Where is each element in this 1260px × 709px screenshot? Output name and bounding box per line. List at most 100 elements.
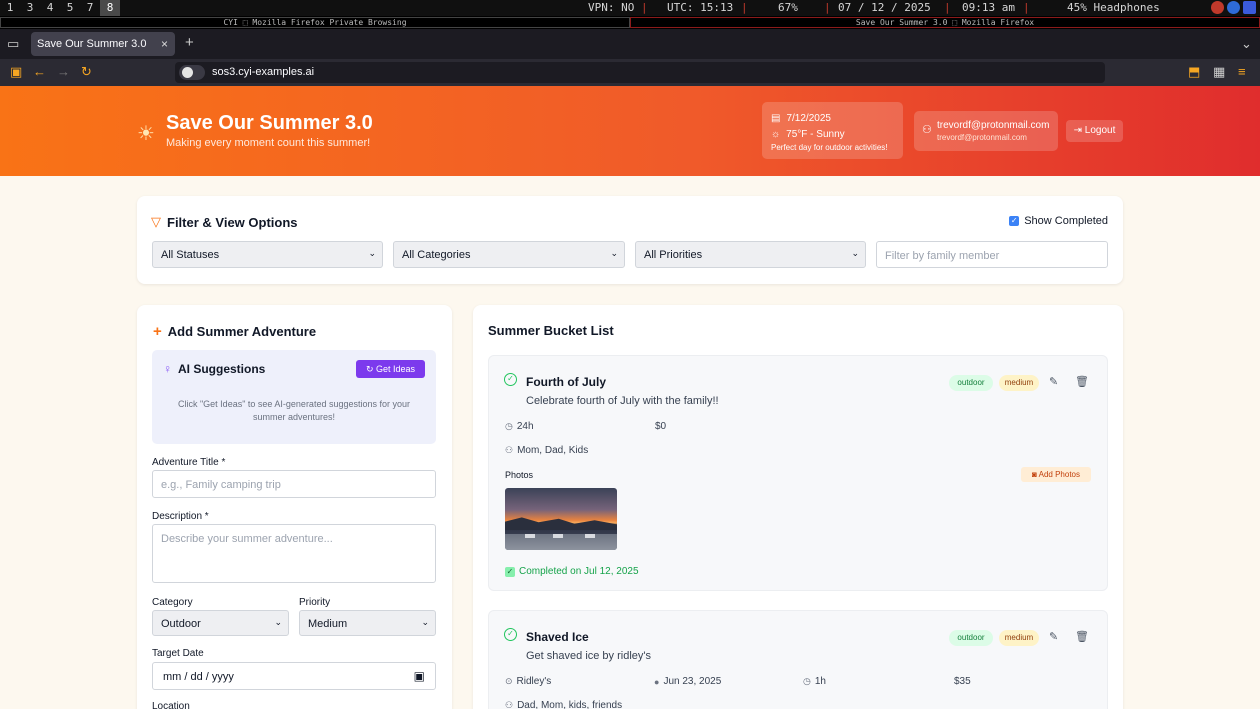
item-title: Fourth of July bbox=[526, 375, 606, 389]
new-tab-icon[interactable]: + bbox=[185, 34, 194, 51]
chevron-down-icon: ⌄ bbox=[610, 248, 618, 258]
bucket-list-title: Summer Bucket List bbox=[488, 323, 614, 338]
url-text[interactable]: sos3.cyi-examples.ai bbox=[212, 66, 314, 78]
user-email-secondary: trevordf@protonmail.com bbox=[937, 133, 1027, 142]
app-subtitle: Making every moment count this summer! bbox=[166, 137, 371, 149]
sun-small-icon: ☼ bbox=[771, 128, 781, 140]
browser-nav-bar: ▣ ← → ↻ sos3.cyi-examples.ai ⬒ ▦ ≡ bbox=[0, 59, 1260, 86]
close-tab-icon[interactable]: × bbox=[161, 32, 168, 56]
workspace-4[interactable]: 4 bbox=[40, 0, 60, 16]
trash-icon[interactable]: 🗑 bbox=[1075, 375, 1089, 388]
separator: | bbox=[824, 1, 831, 14]
description-textarea[interactable]: Describe your summer adventure... bbox=[152, 524, 436, 583]
get-ideas-button[interactable]: ↻ Get Ideas bbox=[356, 360, 425, 378]
reload-icon[interactable]: ↻ bbox=[81, 64, 92, 80]
adventure-title-label: Adventure Title * bbox=[152, 457, 226, 468]
time-display: 09:13 am bbox=[962, 1, 1015, 14]
item-members: ⚇ Mom, Dad, Kids bbox=[505, 445, 589, 456]
category-badge: outdoor bbox=[949, 630, 993, 646]
item-cost: $0 bbox=[655, 421, 667, 432]
apps-grid-icon[interactable]: ▦ bbox=[1213, 64, 1225, 80]
target-date-input[interactable]: mm / dd / yyyy ▣ bbox=[152, 662, 436, 690]
check-box-icon: ✓ bbox=[505, 566, 515, 577]
category-select[interactable]: Outdoor ⌄ bbox=[152, 610, 289, 636]
sidebar-toggle-icon[interactable]: ▣ bbox=[10, 64, 22, 80]
funnel-icon: ▽ bbox=[151, 214, 161, 229]
workspace-1[interactable]: 1 bbox=[0, 0, 20, 16]
tray-network-icon[interactable] bbox=[1227, 1, 1240, 14]
camera-icon: ◙ bbox=[1032, 470, 1037, 479]
workspace-5[interactable]: 5 bbox=[60, 0, 80, 16]
tray-chat-icon[interactable] bbox=[1243, 1, 1256, 14]
map-pin-icon: ⊙ bbox=[505, 676, 513, 686]
target-date-label: Target Date bbox=[152, 648, 204, 659]
menu-icon[interactable]: ≡ bbox=[1238, 64, 1246, 79]
category-filter-select[interactable]: All Categories ⌄ bbox=[393, 241, 625, 268]
priority-select[interactable]: Medium ⌄ bbox=[299, 610, 436, 636]
item-date: ● Jun 23, 2025 bbox=[654, 676, 722, 687]
workspace-3[interactable]: 3 bbox=[20, 0, 40, 16]
add-adventure-panel: + Add Summer Adventure ♀ AI Suggestions … bbox=[137, 305, 452, 709]
chevron-down-icon[interactable]: ⌄ bbox=[1241, 36, 1252, 52]
priority-label: Priority bbox=[299, 597, 331, 608]
item-duration: ◷ 1h bbox=[803, 676, 826, 687]
app-title: Save Our Summer 3.0 bbox=[166, 112, 373, 134]
weather-widget: ▤ 7/12/2025 ☼ 75°F - Sunny Perfect day for… bbox=[762, 102, 903, 159]
lightbulb-icon: ♀ bbox=[163, 362, 172, 376]
family-member-filter-input[interactable]: Filter by family member bbox=[876, 241, 1108, 268]
separator: | bbox=[741, 1, 748, 14]
trash-icon[interactable]: 🗑 bbox=[1075, 630, 1089, 643]
system-status-bar: 1 3 4 5 7 8 VPN: NO | UTC: 15:13 | 67% |… bbox=[0, 0, 1260, 16]
calendar-icon: ▤ bbox=[771, 112, 781, 124]
url-bar[interactable]: sos3.cyi-examples.ai bbox=[175, 62, 1105, 83]
tray-app-icon[interactable] bbox=[1211, 1, 1224, 14]
battery-status: 67% bbox=[778, 1, 798, 14]
edit-icon[interactable]: ✎ bbox=[1049, 630, 1058, 643]
clock-icon: ◷ bbox=[803, 676, 811, 686]
user-icon: ⚇ bbox=[922, 124, 932, 136]
users-icon: ⚇ bbox=[505, 445, 514, 455]
tab-save-our-summer[interactable]: Save Our Summer 3.0 × bbox=[31, 32, 175, 56]
filter-title: ▽ Filter & View Options bbox=[151, 214, 298, 230]
forward-arrow-icon[interactable]: → bbox=[57, 64, 70, 79]
item-duration: ◷ 24h bbox=[505, 421, 534, 432]
completed-check-icon[interactable]: ✓ bbox=[504, 628, 517, 641]
back-arrow-icon[interactable]: ← bbox=[33, 64, 46, 79]
extensions-icon[interactable]: ⬒ bbox=[1188, 64, 1200, 80]
weather-date: 7/12/2025 bbox=[786, 112, 831, 124]
photos-label: Photos bbox=[505, 470, 534, 480]
tab-list-icon[interactable]: ▭ bbox=[7, 36, 19, 52]
logout-button[interactable]: ⇥ Logout bbox=[1066, 120, 1123, 142]
clock-icon: ◷ bbox=[505, 421, 513, 431]
sun-icon: ☀ bbox=[137, 123, 155, 145]
item-cost: $35 bbox=[954, 676, 971, 687]
app-header: ☀ Save Our Summer 3.0 Making every momen… bbox=[0, 86, 1260, 176]
add-photos-button[interactable]: ◙ Add Photos bbox=[1021, 467, 1091, 482]
refresh-icon: ↻ bbox=[365, 364, 374, 374]
sunset-photo-thumbnail[interactable] bbox=[505, 488, 617, 550]
ai-suggestions-description: Click "Get Ideas" to see AI-generated su… bbox=[177, 399, 410, 422]
priority-badge: medium bbox=[999, 375, 1039, 391]
workspace-7[interactable]: 7 bbox=[80, 0, 100, 16]
bucket-item: ✓ Shaved Ice Get shaved ice by ridley's … bbox=[488, 610, 1108, 709]
status-filter-select[interactable]: All Statuses ⌄ bbox=[152, 241, 383, 268]
completed-check-icon[interactable]: ✓ bbox=[504, 373, 517, 386]
weather-temp: 75°F - Sunny bbox=[786, 128, 845, 140]
utc-clock: UTC: 15:13 bbox=[667, 1, 734, 14]
window-title-right[interactable]: Save Our Summer 3.0 ⬚ Mozilla Firefox bbox=[630, 17, 1260, 28]
ai-suggestions-title: ♀ AI Suggestions bbox=[163, 362, 266, 376]
edit-icon[interactable]: ✎ bbox=[1049, 375, 1058, 388]
item-members: ⚇ Dad, Mom, kids, friends bbox=[505, 700, 623, 709]
window-title-left[interactable]: CYI ⬚ Mozilla Firefox Private Browsing bbox=[0, 17, 630, 28]
bucket-list-panel: Summer Bucket List ✓ Fourth of July Cele… bbox=[473, 305, 1123, 709]
site-identity-icon[interactable] bbox=[179, 65, 205, 80]
adventure-title-input[interactable]: e.g., Family camping trip bbox=[152, 470, 436, 498]
calendar-icon[interactable]: ▣ bbox=[414, 669, 425, 683]
show-completed-toggle[interactable]: ✓ Show Completed bbox=[1009, 215, 1108, 227]
workspace-8[interactable]: 8 bbox=[100, 0, 120, 16]
category-badge: outdoor bbox=[949, 375, 993, 391]
audio-status: 45% Headphones bbox=[1067, 1, 1160, 14]
show-completed-checkbox[interactable]: ✓ bbox=[1009, 216, 1020, 226]
users-icon: ⚇ bbox=[505, 700, 514, 709]
priority-filter-select[interactable]: All Priorities ⌄ bbox=[635, 241, 866, 268]
